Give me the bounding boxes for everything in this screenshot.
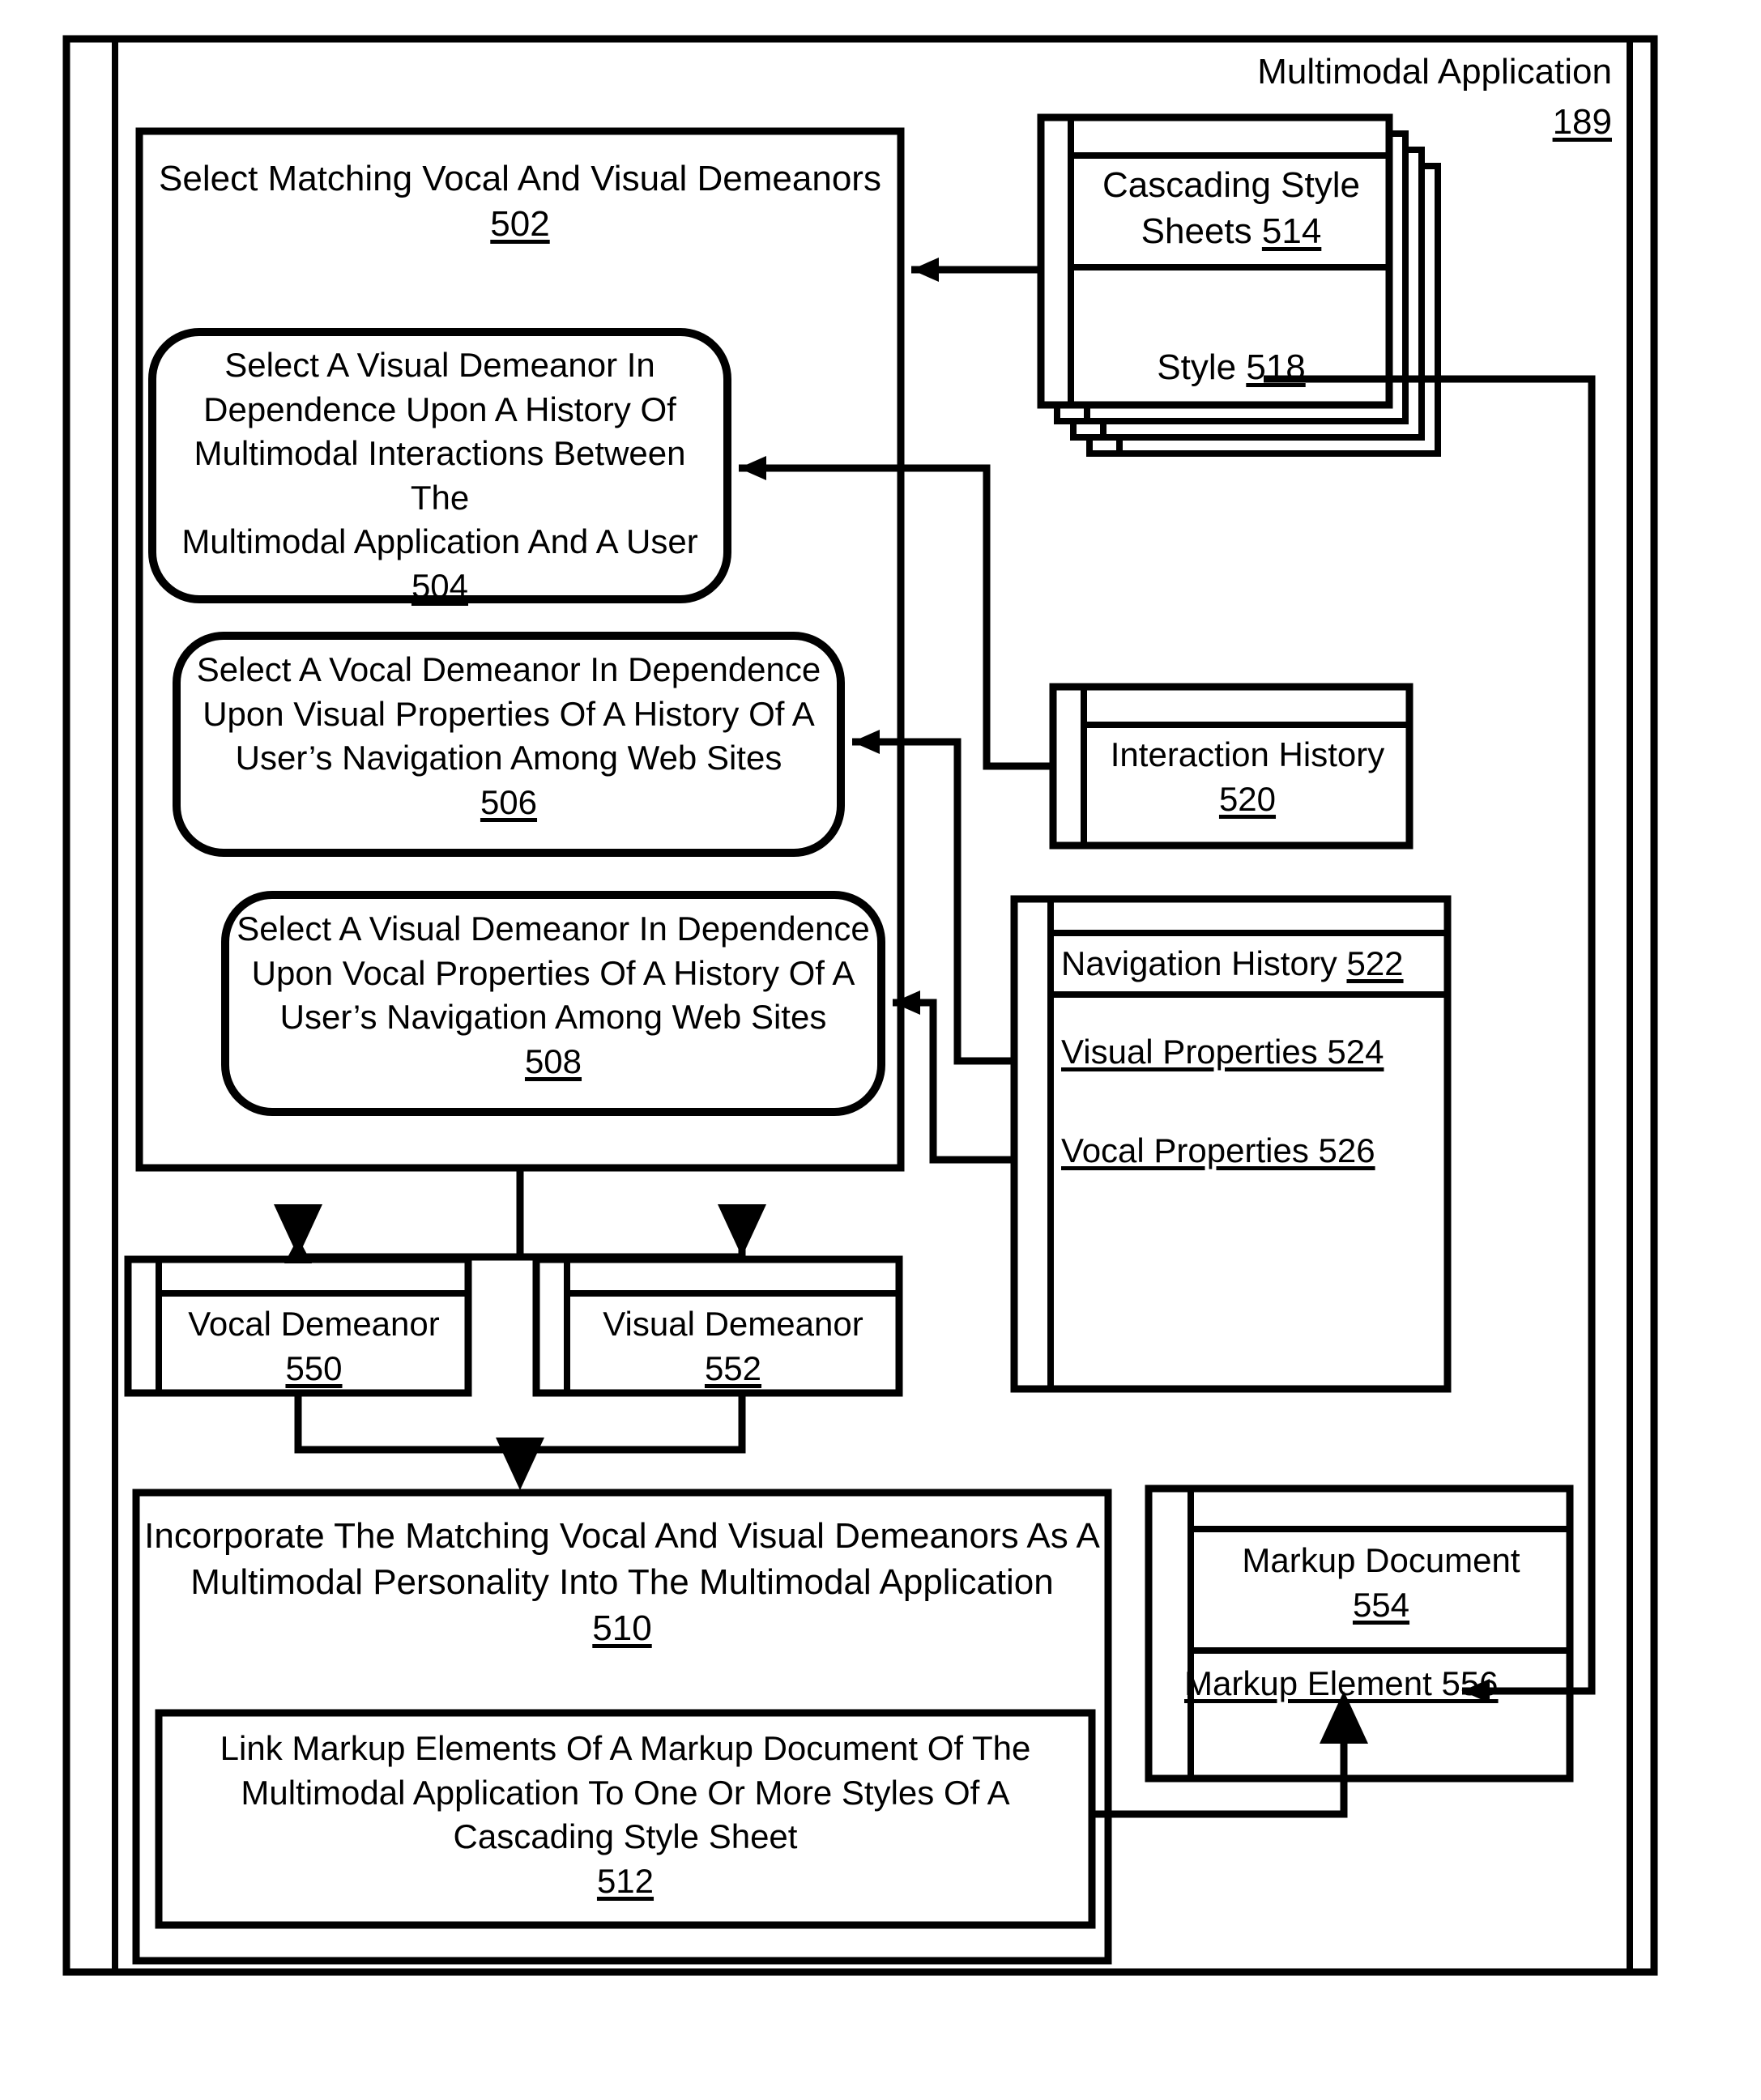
box-506-line-3: User’s Navigation Among Web Sites (235, 739, 782, 777)
box-510: Incorporate The Matching Vocal And Visua… (144, 1513, 1100, 1652)
frame-ref-189: 189 (1552, 102, 1612, 142)
css-title-line-2: Sheets 514 (1077, 208, 1385, 254)
box-512-ref: 512 (596, 1861, 655, 1900)
box-502-ref: 502 (490, 204, 550, 244)
css-ref-514: 514 (1261, 211, 1322, 252)
box-506-line-2: Upon Visual Properties Of A History Of A (203, 694, 815, 733)
box-506-ref: 506 (480, 782, 538, 821)
css-title-line-1: Cascading Style (1102, 165, 1360, 205)
visual-demeanor-title: Visual Demeanor (603, 1305, 863, 1343)
box-508-line-3: User’s Navigation Among Web Sites (279, 998, 827, 1037)
vocal-demeanor-title: Vocal Demeanor (188, 1305, 440, 1343)
box-512-line-3: Cascading Style Sheet (453, 1817, 798, 1856)
box-504-line-3: Multimodal Interactions Between The (194, 434, 686, 517)
box-508-line-2: Upon Vocal Properties Of A History Of A (251, 953, 855, 992)
figure-canvas: Multimodal Application 189 Select Matchi… (0, 0, 1761, 2100)
box-512-line-2: Multimodal Application To One Or More St… (241, 1773, 1010, 1812)
css-title-text: Sheets (1141, 211, 1262, 252)
box-504-ref: 504 (411, 566, 469, 605)
markup-element-556: Markup Element 556 (1184, 1664, 1499, 1702)
box-504-line-2: Dependence Upon A History Of (203, 390, 676, 428)
box-508-line-1: Select A Visual Demeanor In Dependence (237, 909, 870, 948)
box-506: Select A Vocal Demeanor In Dependence Up… (185, 648, 833, 824)
navigation-history-ref-522: 522 (1346, 944, 1404, 982)
vocal-demeanor-ref-550: 550 (285, 1348, 343, 1387)
markup-document-ref-554: 554 (1352, 1585, 1410, 1624)
box-508: Select A Visual Demeanor In Dependence U… (233, 907, 873, 1084)
box-508-ref: 508 (524, 1041, 582, 1080)
box-510-ref: 510 (592, 1608, 652, 1649)
style-ref-518: 518 (1246, 347, 1306, 387)
navigation-history-text: Navigation History (1061, 944, 1347, 982)
visual-demeanor: Visual Demeanor 552 (571, 1302, 895, 1391)
visual-properties-524: Visual Properties 524 (1061, 1033, 1384, 1071)
navigation-history-title: Navigation History 522 (1061, 942, 1442, 986)
frame-title: Multimodal Application (1257, 52, 1612, 92)
cascading-style-sheets: Cascading Style Sheets 514 (1077, 162, 1385, 254)
box-512: Link Markup Elements Of A Markup Documen… (167, 1727, 1084, 1903)
vocal-properties-526: Vocal Properties 526 (1061, 1131, 1375, 1169)
markup-document-title: Markup Document (1242, 1541, 1520, 1579)
box-512-line-1: Link Markup Elements Of A Markup Documen… (220, 1729, 1031, 1767)
style-text: Style (1157, 347, 1247, 387)
markup-document: Markup Document 554 (1199, 1539, 1563, 1627)
box-510-line-1: Incorporate The Matching Vocal And Visua… (144, 1516, 1100, 1556)
vocal-demeanor: Vocal Demeanor 550 (162, 1302, 466, 1391)
box-504-line-1: Select A Visual Demeanor In (224, 346, 655, 384)
box-504-line-4: Multimodal Application And A User (181, 522, 698, 561)
box-510-line-2: Multimodal Personality Into The Multimod… (190, 1562, 1054, 1603)
box-504: Select A Visual Demeanor In Dependence U… (160, 343, 719, 609)
style-518-label: Style 518 (1077, 344, 1385, 390)
interaction-history-ref-520: 520 (1218, 779, 1277, 818)
visual-demeanor-ref-552: 552 (704, 1348, 762, 1387)
interaction-history-title: Interaction History (1110, 735, 1385, 773)
interaction-history: Interaction History 520 (1089, 733, 1405, 821)
box-506-line-1: Select A Vocal Demeanor In Dependence (196, 650, 821, 688)
box-502-label: Select Matching Vocal And Visual Demeano… (159, 159, 881, 198)
